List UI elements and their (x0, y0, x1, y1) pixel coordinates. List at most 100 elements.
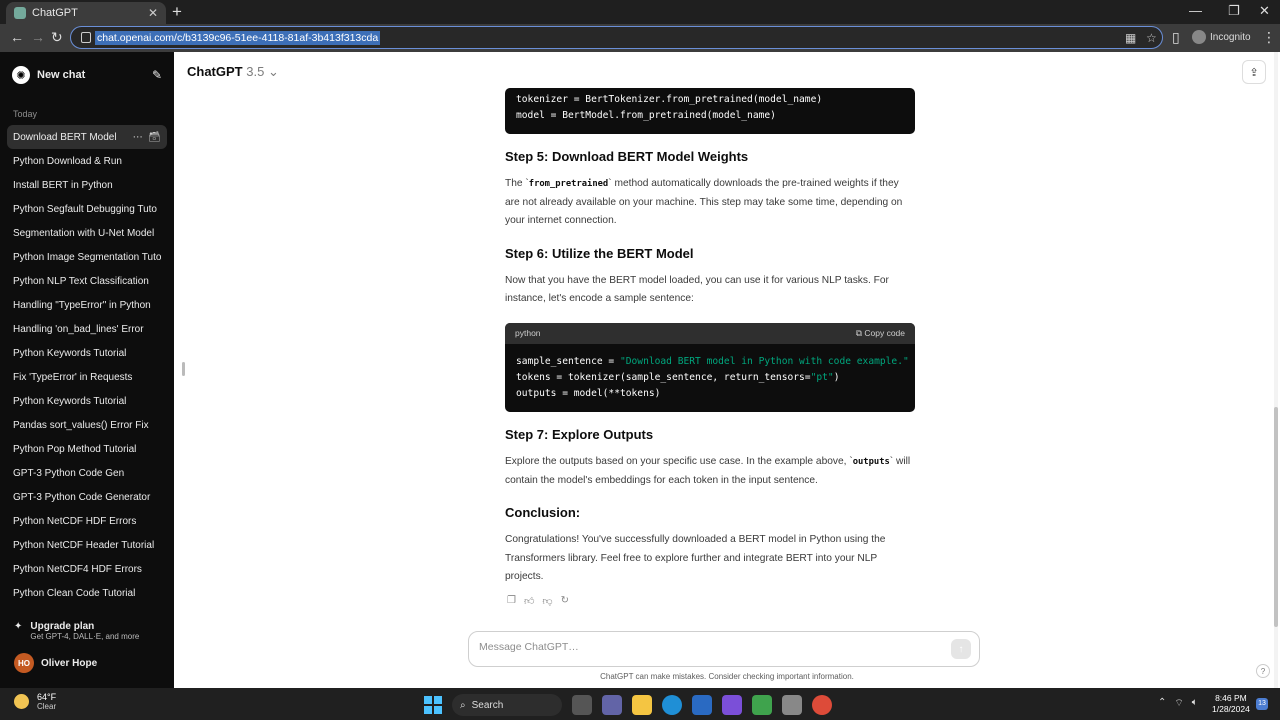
chat-history-list: Download BERT Model ⋯ 🗃 Python Download … (7, 125, 167, 605)
bookmark-star-icon[interactable]: ☆ (1146, 31, 1157, 45)
more-options-icon[interactable]: ⋯ 🗃 (133, 132, 167, 143)
restore-icon[interactable]: ❐ (1228, 3, 1240, 19)
chat-title: Python Segfault Debugging Tuto (13, 203, 157, 215)
notepad-icon[interactable] (752, 695, 772, 715)
side-panel-icon[interactable]: ▯ (1172, 29, 1180, 46)
list-item[interactable]: Python Download & Run (7, 149, 167, 173)
message-composer: ↑ (468, 631, 980, 667)
url-text[interactable]: chat.openai.com/c/b3139c96-51ee-4118-81a… (95, 31, 381, 45)
share-icon: ⇪ (1249, 66, 1259, 79)
arrow-up-icon: ↑ (958, 643, 964, 655)
close-window-icon[interactable]: ✕ (1259, 3, 1270, 19)
list-item[interactable]: Handling "TypeError" in Python (7, 293, 167, 317)
task-view-icon[interactable] (572, 695, 592, 715)
moon-icon (14, 694, 29, 709)
weather-condition: Clear (37, 702, 57, 711)
list-item[interactable]: Install BERT in Python (7, 173, 167, 197)
app-icon[interactable] (782, 695, 802, 715)
list-item[interactable]: GPT-3 Python Code Gen (7, 461, 167, 485)
browser-menu-icon[interactable]: ⋮ (1262, 29, 1276, 46)
thumbs-down-icon[interactable]: 👎︎ (542, 595, 552, 607)
chrome-icon[interactable] (812, 695, 832, 715)
code-line: tokens = tokenizer(sample_sentence, retu… (516, 371, 840, 383)
close-tab-icon[interactable]: ✕ (148, 6, 158, 20)
clock[interactable]: 8:46 PM 1/28/2024 (1212, 693, 1250, 715)
list-item[interactable]: Python NLP Text Classification (7, 269, 167, 293)
reload-icon[interactable]: ↻ (51, 29, 63, 46)
list-item[interactable]: Fix 'TypeError' in Requests (7, 365, 167, 389)
volume-icon[interactable]: 🔈︎ (1192, 697, 1198, 710)
list-item[interactable]: Python NetCDF Header Tutorial (7, 533, 167, 557)
address-bar[interactable]: chat.openai.com/c/b3139c96-51ee-4118-81a… (70, 26, 1163, 49)
scrollbar[interactable] (1274, 52, 1278, 688)
user-menu-button[interactable]: HO Oliver Hope (14, 653, 97, 673)
list-item[interactable]: Python Pop Method Tutorial (7, 437, 167, 461)
code-block: tokenizer = BertTokenizer.from_pretraine… (505, 88, 915, 134)
scrollbar-thumb[interactable] (1274, 407, 1278, 627)
list-item[interactable]: Pandas sort_values() Error Fix (7, 413, 167, 437)
thumbs-up-icon[interactable]: 👍︎ (524, 595, 534, 607)
chat-title: GPT-3 Python Code Generator (13, 491, 151, 503)
share-button[interactable]: ⇪ (1242, 60, 1266, 84)
list-item[interactable]: Python NetCDF HDF Errors (7, 509, 167, 533)
sidebar: ✺ New chat ✎ Today Download BERT Model ⋯… (0, 52, 174, 688)
chat-title: Python Image Segmentation Tuto (13, 251, 162, 263)
browser-tab-bar: ChatGPT ✕ + — ❐ ✕ (0, 0, 1280, 24)
upgrade-title: Upgrade plan (30, 621, 95, 632)
list-item[interactable]: Python NetCDF4 HDF Errors (7, 557, 167, 581)
copy-code-button[interactable]: ⧉ Copy code (856, 328, 905, 339)
regenerate-icon[interactable]: ↻ (561, 595, 569, 607)
step7-heading: Step 7: Explore Outputs (505, 426, 654, 442)
browser-tab[interactable]: ChatGPT ✕ (6, 2, 166, 24)
forward-icon[interactable]: → (31, 29, 45, 45)
weather-widget[interactable]: 64°F Clear (14, 692, 56, 711)
search-label: Search (471, 699, 504, 711)
wifi-icon[interactable]: ⌔ (1174, 697, 1183, 710)
list-item[interactable]: GPT-3 Python Code Generator (7, 485, 167, 509)
upgrade-plan-button[interactable]: ✦ Upgrade plan Get GPT-4, DALL·E, and mo… (14, 621, 139, 641)
copy-icon[interactable]: ❐ (507, 595, 516, 607)
code-line: outputs = model(**tokens) (516, 387, 661, 399)
message-input[interactable] (479, 641, 919, 653)
new-chat-button[interactable]: ✺ New chat ✎ (12, 64, 162, 86)
list-item[interactable]: Python Image Segmentation Tuto (7, 245, 167, 269)
list-item[interactable]: Segmentation with U-Net Model (7, 221, 167, 245)
back-icon[interactable]: ← (10, 29, 24, 45)
model-selector[interactable]: ChatGPT 3.5 ⌄ (187, 64, 279, 80)
app-icon[interactable] (722, 695, 742, 715)
chat-icon[interactable] (602, 695, 622, 715)
system-tray: ⌃ ⌔ 🔈︎ (1158, 697, 1198, 710)
chat-title: Python NLP Text Classification (13, 275, 149, 287)
file-explorer-icon[interactable] (632, 695, 652, 715)
list-item[interactable]: Handling 'on_bad_lines' Error (7, 317, 167, 341)
list-item[interactable]: Python Keywords Tutorial (7, 389, 167, 413)
conclusion-heading: Conclusion: (505, 505, 581, 521)
step5-heading: Step 5: Download BERT Model Weights (505, 149, 749, 164)
incognito-badge[interactable]: Incognito (1192, 30, 1251, 44)
code-language: python (515, 328, 541, 339)
chat-title: Python NetCDF4 HDF Errors (13, 563, 142, 575)
list-item[interactable]: Download BERT Model ⋯ 🗃 (7, 125, 167, 149)
minimize-icon[interactable]: — (1189, 3, 1202, 18)
send-button[interactable]: ↑ (951, 639, 971, 659)
windows-start-icon[interactable] (424, 696, 442, 714)
qr-icon[interactable]: ▦ (1125, 31, 1136, 45)
code-block: python ⧉ Copy code sample_sentence = "Do… (505, 322, 915, 412)
tab-title: ChatGPT (32, 7, 78, 19)
site-info-icon[interactable] (81, 32, 91, 43)
chat-title: Python Keywords Tutorial (13, 395, 127, 407)
help-icon[interactable]: ? (1256, 664, 1270, 678)
chevron-down-icon: ⌄ (267, 64, 279, 79)
store-icon[interactable] (692, 695, 712, 715)
notification-badge[interactable]: 13 (1256, 698, 1268, 710)
edit-icon[interactable]: ✎ (152, 68, 162, 82)
chat-title: Fix 'TypeError' in Requests (13, 371, 133, 383)
list-item[interactable]: Python Keywords Tutorial (7, 341, 167, 365)
taskbar-search[interactable]: ⌕ Search (452, 694, 562, 716)
edge-icon[interactable] (662, 695, 682, 715)
new-tab-icon[interactable]: + (172, 2, 182, 22)
chevron-up-icon[interactable]: ⌃ (1158, 697, 1166, 710)
list-item[interactable]: Python Segfault Debugging Tuto (7, 197, 167, 221)
list-item[interactable]: Python Clean Code Tutorial (7, 581, 167, 605)
sidebar-resize-handle[interactable] (182, 362, 185, 376)
